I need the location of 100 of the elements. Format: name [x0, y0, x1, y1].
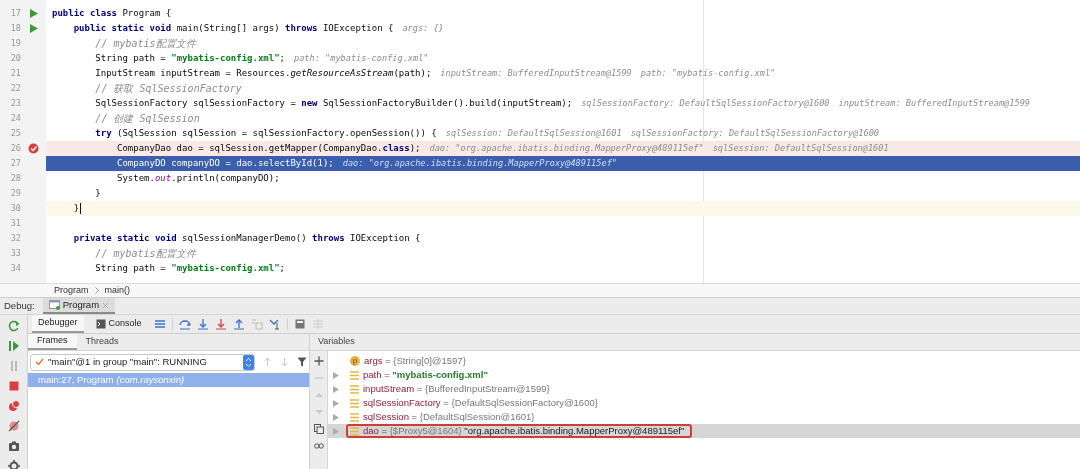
check-icon	[35, 358, 44, 366]
variable-row[interactable]: dao = {$Proxy5@1604} "org.apache.ibatis.binding.MapperProxy@489115ef"	[328, 424, 1080, 438]
mute-breakpoints-icon[interactable]	[7, 420, 20, 432]
camera-icon[interactable]	[7, 440, 20, 452]
code-line: public static void main(String[] args) throws IOException {	[72, 21, 394, 35]
variable-entry[interactable]: path = "mybatis-config.xml"	[363, 370, 488, 380]
line-number: 29	[9, 187, 21, 200]
line-number: 33	[9, 247, 21, 260]
debug-label: Debug:	[4, 298, 35, 313]
variable-row[interactable]: path = "mybatis-config.xml"	[328, 368, 1080, 382]
inline-debug-value: sqlSessionFactory: DefaultSqlSessionFactory@1600	[630, 127, 879, 140]
rerun-icon[interactable]	[7, 320, 20, 332]
inline-debug-value: sqlSession: DefaultSqlSession@1601	[445, 127, 622, 140]
code-line: CompanyDao dao = sqlSession.getMapper(CompanyDao.class);	[116, 141, 421, 155]
code-line: private static void sqlSessionManagerDemo() throws IOException {	[72, 231, 421, 245]
resume-icon[interactable]	[7, 340, 20, 352]
line-number: 27	[9, 157, 21, 170]
tool-tab[interactable]: Console	[89, 315, 148, 333]
expand-arrow-icon[interactable]	[333, 385, 339, 393]
line-number: 23	[9, 97, 21, 110]
lines-icon	[350, 384, 359, 394]
inline-debug-value: path: "mybatis-config.xml"	[294, 52, 429, 65]
code-line: System.out.println(companyDO);	[116, 171, 280, 185]
code-line: // mybatis配置文件	[94, 36, 196, 51]
step-over-icon[interactable]	[178, 318, 191, 330]
code-line: SqlSessionFactory sqlSessionFactory = new SqlSessionFactoryBuilder().build(inputStream);	[94, 96, 573, 110]
line-number: 22	[9, 82, 21, 95]
variable-entry[interactable]: sqlSession = {DefaultSqlSession@1601}	[363, 412, 535, 422]
step-into-icon[interactable]	[196, 318, 209, 330]
code-line: // 创建 SqlSession	[94, 111, 200, 126]
line-number: 32	[9, 232, 21, 245]
line-number: 19	[9, 37, 21, 50]
lines-icon	[350, 426, 359, 436]
line-number: 26	[9, 142, 21, 155]
line-number: 34	[9, 262, 21, 275]
line-number: 20	[9, 52, 21, 65]
breakpoints-icon[interactable]	[7, 400, 20, 412]
settings-icon[interactable]	[7, 460, 20, 469]
code-line: String path = "mybatis-config.xml";	[94, 261, 285, 275]
variable-row[interactable]: inputStream = {BufferedInputStream@1599}	[328, 382, 1080, 396]
menu-icon[interactable]	[153, 318, 166, 330]
stepper-icon	[243, 354, 254, 370]
line-number: 28	[9, 172, 21, 185]
variable-entry[interactable]: dao = {$Proxy5@1604} "org.apache.ibatis.binding.MapperProxy@489115ef"	[363, 426, 685, 436]
force-step-into-icon[interactable]	[214, 318, 227, 330]
calculator-icon[interactable]	[293, 318, 306, 330]
variable-row[interactable]: sqlSessionFactory = {DefaultSqlSessionFactory@1600}	[328, 396, 1080, 410]
run-icon[interactable]	[29, 9, 38, 18]
down-arrow-icon[interactable]	[280, 357, 289, 367]
run-icon[interactable]	[29, 24, 38, 33]
expand-arrow-icon[interactable]	[333, 413, 339, 421]
inline-debug-value: dao: "org.apache.ibatis.binding.MapperProxy@489115ef"	[342, 157, 617, 170]
tool-tab[interactable]: Debugger	[32, 315, 84, 333]
line-number: 24	[9, 112, 21, 125]
filter-icon[interactable]	[297, 357, 307, 367]
expand-arrow-icon[interactable]	[333, 399, 339, 407]
breadcrumb-item[interactable]: main()	[104, 283, 131, 298]
inline-debug-value: inputStream: BufferedInputStream@1599	[440, 67, 632, 80]
line-number: 18	[9, 22, 21, 35]
code-line: CompanyDO companyDO = dao.selectById(1);	[116, 156, 334, 170]
line-number: 25	[9, 127, 21, 140]
inline-debug-value: sqlSession: DefaultSqlSession@1601	[712, 142, 889, 155]
session-tab[interactable]: Program	[42, 298, 116, 314]
panel-tab[interactable]: Threads	[76, 334, 128, 350]
up-arrow-icon[interactable]	[263, 357, 272, 367]
lines-icon	[350, 412, 359, 422]
thread-dropdown[interactable]: "main"@1 in group "main": RUNNING	[30, 353, 255, 371]
console-icon	[95, 319, 106, 329]
code-line: try (SqlSession sqlSession = sqlSessionFactory.openSession()) {	[94, 126, 437, 140]
variable-row[interactable]: sqlSession = {DefaultSqlSession@1601}	[328, 410, 1080, 424]
variable-entry[interactable]: args = {String[0]@1597}	[364, 356, 466, 366]
run-to-cursor-icon[interactable]	[268, 318, 281, 330]
code-line: // 获取 SqlSessionFactory	[94, 81, 242, 96]
code-line: public class Program {	[52, 6, 172, 20]
code-line: // mybatis配置文件	[94, 246, 196, 261]
glasses-icon[interactable]	[313, 441, 324, 451]
line-number: 30	[9, 202, 21, 215]
stop-icon[interactable]	[7, 380, 20, 392]
inline-debug-value: sqlSessionFactory: DefaultSqlSessionFactory@1600	[581, 97, 830, 110]
line-number: 21	[9, 67, 21, 80]
inline-debug-value: path: "mybatis-config.xml"	[640, 67, 776, 80]
close-icon[interactable]	[102, 301, 110, 309]
step-out-icon[interactable]	[232, 318, 245, 330]
panel-tab[interactable]: Frames	[28, 334, 77, 350]
breadcrumb-item[interactable]: Program	[54, 283, 89, 298]
breakpoint-icon[interactable]	[28, 143, 39, 154]
copy-icon[interactable]	[313, 424, 324, 434]
line-number: 17	[9, 7, 21, 20]
window-icon	[48, 300, 60, 310]
code-line: String path = "mybatis-config.xml";	[94, 51, 285, 65]
chevron-icon	[94, 287, 99, 294]
variable-entry[interactable]: inputStream = {BufferedInputStream@1599}	[363, 384, 550, 394]
code-line: }	[72, 201, 80, 215]
lines-icon	[350, 370, 359, 380]
code-line: }	[94, 186, 101, 200]
panel-title: Variables	[318, 335, 355, 349]
inline-debug-value: inputStream: BufferedInputStream@1599	[838, 97, 1030, 110]
variable-entry[interactable]: sqlSessionFactory = {DefaultSqlSessionFactory@1600}	[363, 398, 598, 408]
add-icon[interactable]	[313, 356, 324, 366]
expand-arrow-icon[interactable]	[333, 371, 339, 379]
